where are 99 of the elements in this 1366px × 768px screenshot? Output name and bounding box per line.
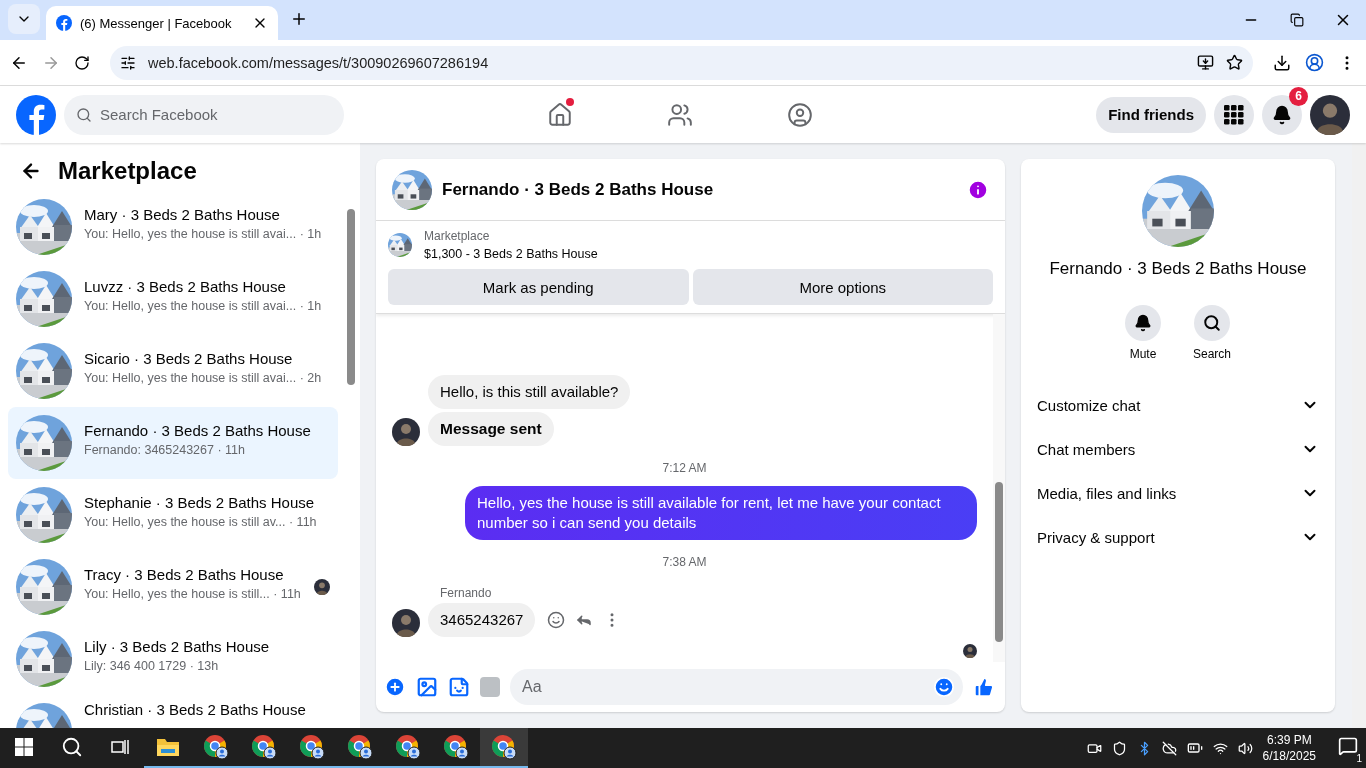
profile-icon[interactable] bbox=[1305, 53, 1324, 72]
conversation-item[interactable]: Lily · 3 Beds 2 Baths House Lily: 346 400 1729 · 13h bbox=[8, 623, 338, 695]
download-icon[interactable] bbox=[1273, 53, 1291, 72]
menu-grid-icon[interactable] bbox=[1224, 104, 1244, 125]
groups-icon[interactable] bbox=[787, 101, 813, 128]
bell-icon bbox=[1272, 104, 1292, 125]
scrollbar[interactable] bbox=[993, 314, 1005, 662]
notification-badge: 6 bbox=[1289, 86, 1308, 106]
wifi-icon[interactable] bbox=[1212, 740, 1228, 756]
new-tab-icon[interactable] bbox=[290, 10, 308, 28]
bell-icon bbox=[1134, 314, 1152, 332]
clock[interactable]: 6:39 PM 6/18/2025 bbox=[1262, 733, 1316, 763]
listing-action-button[interactable]: Mark as pending bbox=[388, 269, 689, 305]
sender-name: Fernando bbox=[439, 585, 493, 600]
conversation-preview: Fernando: 3465243267 · 11h bbox=[84, 443, 246, 457]
conversation-preview: You: Hello, yes the house is still avai... · 1h bbox=[84, 299, 323, 313]
scrollbar[interactable] bbox=[1352, 143, 1366, 728]
conversation-preview: You: Hello, yes the house is still avai... · 2h bbox=[84, 371, 323, 385]
restore-icon[interactable] bbox=[1290, 13, 1304, 27]
emoji-icon[interactable] bbox=[933, 676, 955, 698]
message-timestamp: 7:38 AM bbox=[661, 554, 708, 571]
conversation-item[interactable]: Mary · 3 Beds 2 Baths House You: Hello, yes the house is still avai... · 1h bbox=[8, 191, 338, 263]
sidebar-title: Marketplace bbox=[58, 157, 197, 185]
details-section[interactable]: Chat members bbox=[1037, 427, 1319, 471]
browser-tab[interactable]: (6) Messenger | Facebook bbox=[46, 6, 278, 40]
photo-icon[interactable] bbox=[416, 676, 438, 698]
menu-button[interactable] bbox=[1214, 94, 1254, 135]
conversation-item[interactable]: Luvzz · 3 Beds 2 Baths House You: Hello, yes the house is still avai... · 1h bbox=[8, 263, 338, 335]
info-icon[interactable] bbox=[967, 178, 989, 201]
friends-icon[interactable] bbox=[667, 101, 693, 128]
message-input[interactable]: Aa bbox=[510, 669, 963, 705]
thumbs-up-icon[interactable] bbox=[973, 676, 995, 698]
cloud-off-icon[interactable] bbox=[1161, 740, 1177, 756]
message-bubble: 3465243267 bbox=[428, 603, 536, 637]
conversation-title: Stephanie · 3 Beds 2 Baths House bbox=[84, 494, 316, 511]
account-avatar bbox=[1310, 94, 1350, 135]
windows-icon bbox=[15, 738, 33, 756]
conversation-item[interactable]: Sicario · 3 Beds 2 Baths House You: Hello, yes the house is still avai... · 2h bbox=[8, 335, 338, 407]
chrome-profile-icon[interactable] bbox=[395, 734, 421, 760]
message-timestamp: 7:12 AM bbox=[661, 460, 708, 477]
details-section[interactable]: Media, files and links bbox=[1037, 471, 1319, 515]
conversation-title: Tracy · 3 Beds 2 Baths House bbox=[84, 566, 285, 583]
search-icon[interactable] bbox=[61, 736, 83, 758]
notification-center-icon[interactable] bbox=[1338, 736, 1358, 756]
seen-avatar bbox=[963, 644, 977, 658]
address-bar[interactable]: web.facebook.com/messages/t/30090269607286194 bbox=[110, 45, 1253, 80]
chrome-profile-icon[interactable] bbox=[251, 734, 277, 760]
chrome-profile-icon[interactable] bbox=[443, 734, 469, 760]
conversation-item[interactable]: Stephanie · 3 Beds 2 Baths House You: Hello, yes the house is still av... · 11h bbox=[8, 479, 338, 551]
facebook-logo[interactable] bbox=[16, 94, 56, 135]
conversation-title: Luvzz · 3 Beds 2 Baths House bbox=[84, 278, 287, 295]
conversation-preview: You: Hello, yes the house is still avai... · 1h bbox=[84, 227, 323, 241]
listing-action-button[interactable]: More options bbox=[692, 269, 993, 305]
seen-avatar bbox=[314, 579, 330, 595]
facebook-logo[interactable] bbox=[56, 15, 72, 31]
conversation-preview: You: Hello, yes the house is still... · 11h bbox=[84, 587, 302, 601]
message-bubble: Hello, is this still available? bbox=[428, 375, 631, 409]
conversation-item[interactable]: Tracy · 3 Beds 2 Baths House You: Hello, yes the house is still... · 11h bbox=[8, 551, 338, 623]
conversation-preview: Lily: 346 400 1729 · 13h bbox=[84, 659, 220, 673]
battery-icon[interactable] bbox=[1186, 740, 1203, 756]
sender-avatar bbox=[392, 418, 420, 446]
notification-count: 1 bbox=[1356, 753, 1362, 764]
bookmark-star-icon[interactable] bbox=[1226, 54, 1243, 71]
site-settings-icon[interactable] bbox=[120, 54, 136, 71]
plus-icon[interactable] bbox=[384, 676, 406, 698]
chrome-profile-icon[interactable] bbox=[491, 734, 517, 760]
sender-avatar bbox=[392, 609, 420, 637]
message-bubble: Hello, yes the house is still available for rent, let me have your contact number so i can send you details bbox=[465, 486, 977, 540]
sticker-icon[interactable] bbox=[448, 676, 470, 698]
chrome-profile-icon[interactable] bbox=[299, 734, 325, 760]
volume-icon[interactable] bbox=[1237, 740, 1253, 756]
conversation-title: Sicario · 3 Beds 2 Baths House bbox=[84, 350, 294, 367]
search-field[interactable]: Search Facebook bbox=[64, 94, 344, 135]
conversation-title: Fernando · 3 Beds 2 Baths House bbox=[84, 422, 312, 439]
conversation-title: Lily · 3 Beds 2 Baths House bbox=[84, 638, 271, 655]
search-icon bbox=[1203, 314, 1221, 332]
task-view-icon[interactable] bbox=[111, 739, 129, 755]
security-icon[interactable] bbox=[1111, 740, 1127, 756]
chrome-profile-icon[interactable] bbox=[347, 734, 373, 760]
chrome-profile-icon[interactable] bbox=[203, 734, 229, 760]
details-section[interactable]: Privacy & support bbox=[1037, 515, 1319, 559]
find-friends-button[interactable]: Find friends bbox=[1096, 96, 1206, 133]
file-explorer-icon[interactable] bbox=[156, 736, 180, 758]
listing-source: Marketplace bbox=[424, 229, 491, 243]
conversation-title: Mary · 3 Beds 2 Baths House bbox=[84, 206, 281, 223]
react-icon[interactable] bbox=[547, 611, 566, 629]
listing-title: $1,300 - 3 Beds 2 Baths House bbox=[424, 247, 598, 261]
message-bubble: Message sent bbox=[428, 412, 554, 446]
search-icon bbox=[76, 106, 92, 123]
conversation-item[interactable]: Fernando · 3 Beds 2 Baths House Fernando: 3465243267 · 11h bbox=[8, 407, 338, 479]
conversation-name: Fernando · 3 Beds 2 Baths House bbox=[1048, 259, 1308, 279]
conversation-preview: You: Hello, yes the house is still av... · 11h bbox=[84, 515, 318, 529]
conversation-title: Christian · 3 Beds 2 Baths House bbox=[84, 701, 307, 718]
chat-title: Fernando · 3 Beds 2 Baths House bbox=[442, 179, 715, 200]
install-app-icon[interactable] bbox=[1197, 54, 1214, 71]
details-section[interactable]: Customize chat bbox=[1037, 383, 1319, 427]
home-icon[interactable] bbox=[547, 101, 573, 128]
reload-icon[interactable] bbox=[74, 54, 90, 71]
tab-search-button[interactable] bbox=[8, 4, 40, 34]
